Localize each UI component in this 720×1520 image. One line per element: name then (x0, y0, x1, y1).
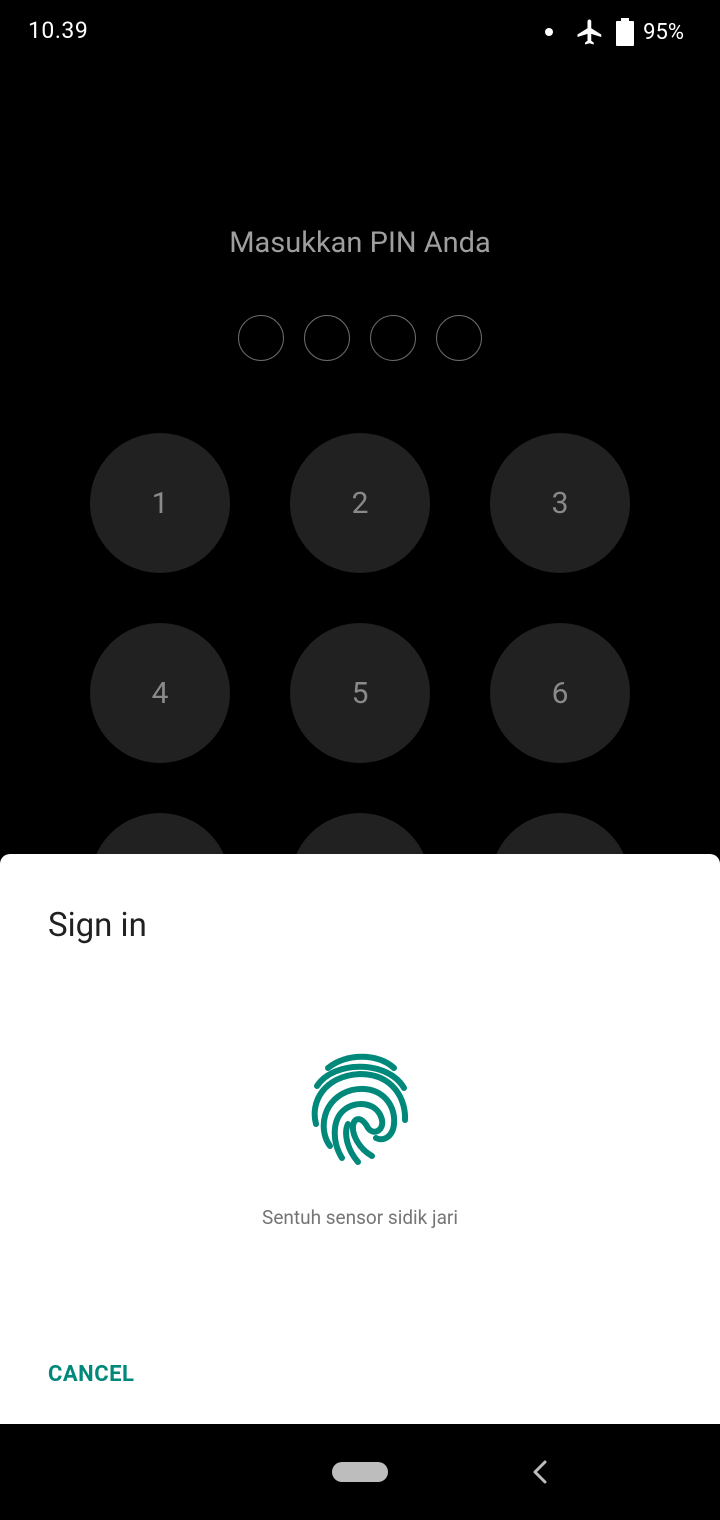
pin-dot (370, 315, 416, 361)
pin-prompt: Masukkan PIN Anda (229, 226, 491, 260)
biometric-dialog: Sign in Sentuh sensor sidik jari CANCEL (0, 854, 720, 1424)
pin-key-3[interactable]: 3 (490, 433, 630, 573)
pin-key-6[interactable]: 6 (490, 623, 630, 763)
battery-percentage: 95% (643, 19, 684, 45)
navigation-bar (0, 1424, 720, 1520)
home-pill-icon[interactable] (332, 1462, 388, 1482)
status-bar: 10.39 95% (0, 0, 720, 64)
pin-key-1[interactable]: 1 (90, 433, 230, 573)
lock-screen: 10.39 95% Masukkan PIN Anda 1 2 3 4 5 6 … (0, 0, 720, 1520)
battery-icon (616, 18, 635, 46)
status-icons: 95% (545, 14, 684, 50)
pin-key-2[interactable]: 2 (290, 433, 430, 573)
fingerprint-icon (311, 1053, 409, 1165)
cancel-button[interactable]: CANCEL (48, 1362, 134, 1387)
pin-indicator (0, 315, 720, 361)
pin-dot (436, 315, 482, 361)
dialog-title: Sign in (48, 906, 147, 945)
pin-key-5[interactable]: 5 (290, 623, 430, 763)
status-time: 10.39 (28, 17, 89, 44)
airplane-mode-icon (577, 19, 602, 45)
notification-dot-icon (545, 28, 554, 36)
pin-dot (238, 315, 284, 361)
pin-dot (304, 315, 350, 361)
back-icon[interactable] (528, 1458, 552, 1486)
fingerprint-hint: Sentuh sensor sidik jari (262, 1206, 458, 1229)
pin-key-4[interactable]: 4 (90, 623, 230, 763)
